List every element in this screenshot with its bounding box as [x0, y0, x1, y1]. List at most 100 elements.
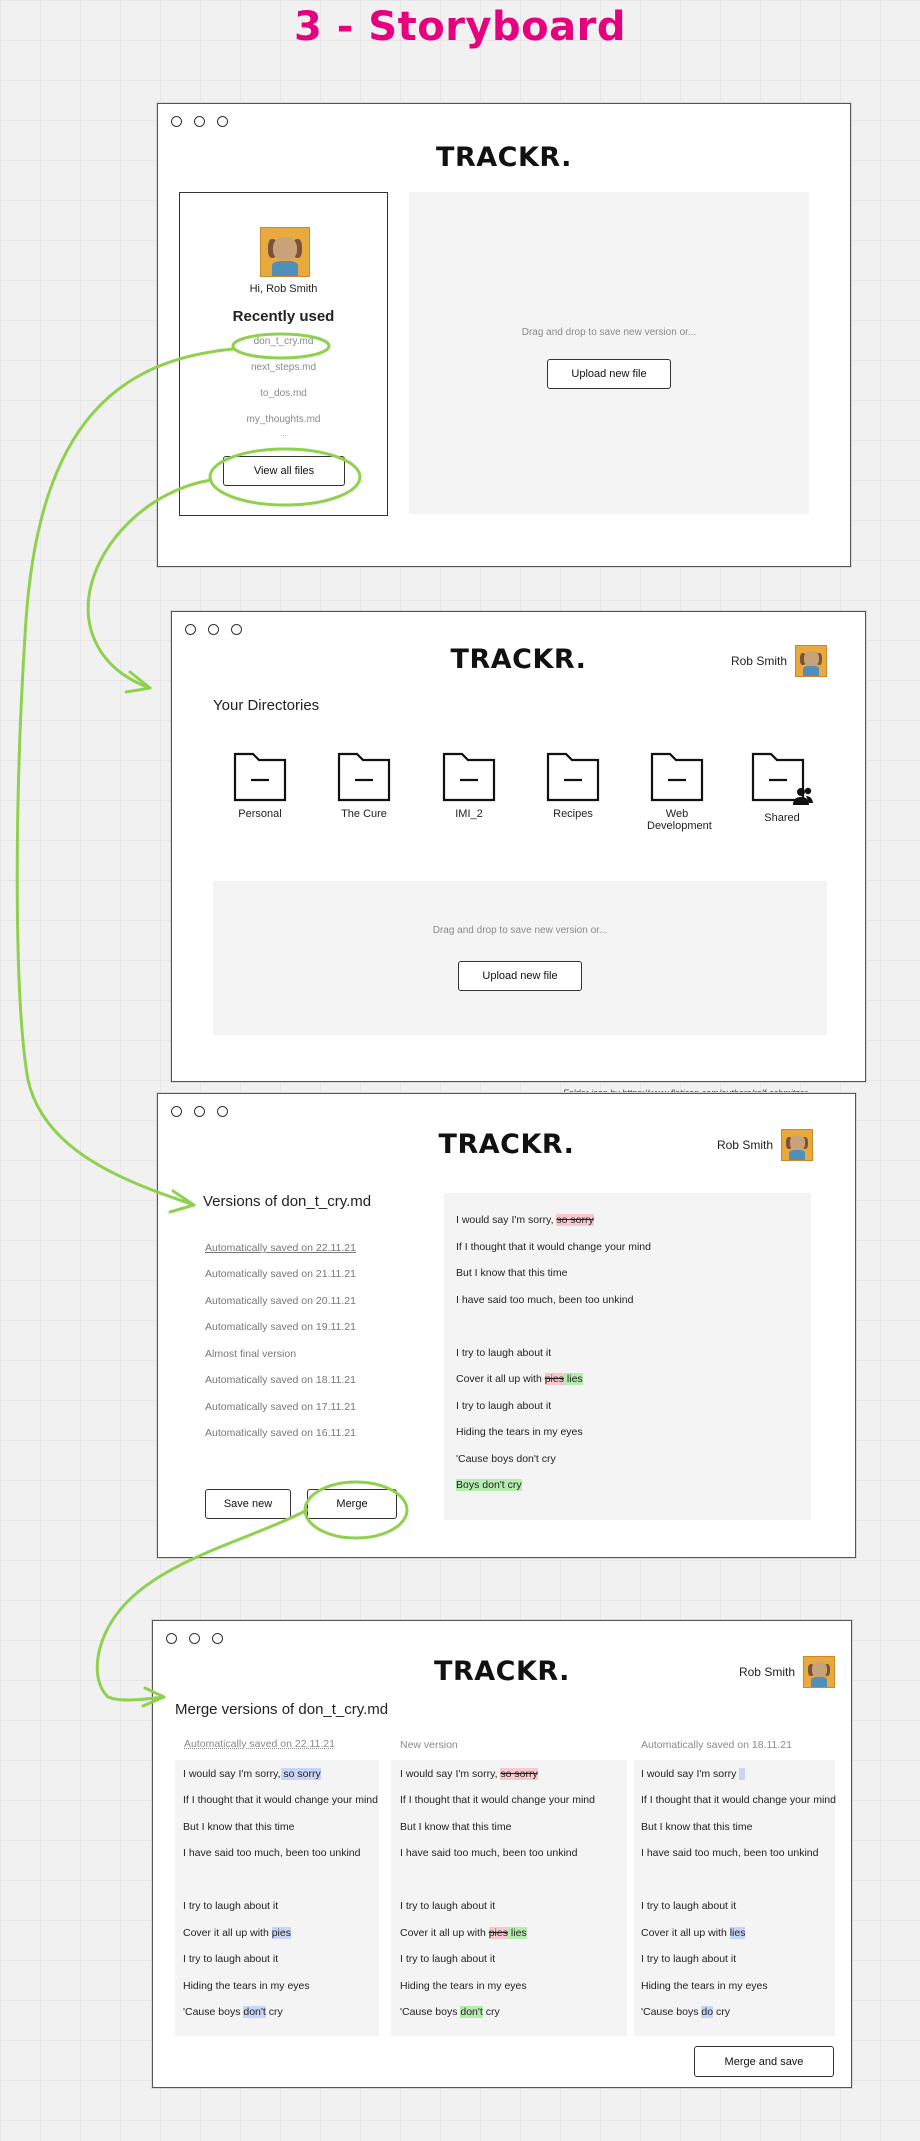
recent-file-item[interactable]: my_thoughts.md	[180, 414, 387, 425]
merge-column-title: Automatically saved on 22.11.21	[184, 1738, 335, 1750]
save-new-button[interactable]: Save new	[205, 1489, 291, 1519]
user-name: Rob Smith	[716, 1138, 773, 1152]
folder-icon	[650, 752, 704, 802]
changed-text: don't	[243, 2006, 266, 2018]
folder-personal[interactable]: Personal	[220, 750, 300, 820]
folder-shared[interactable]: Shared	[742, 750, 822, 824]
folder-icon	[442, 752, 496, 802]
lyric-line: Hiding the tears in my eyes	[400, 1980, 527, 1992]
lyric-line: I try to laugh about it	[400, 1900, 496, 1912]
lyric-line: 'Cause boys don't cry	[400, 2006, 500, 2018]
greeting: Hi, Rob Smith	[249, 283, 318, 295]
version-item[interactable]: Automatically saved on 18.11.21	[205, 1374, 356, 1386]
lyric-line: Boys don't cry	[456, 1479, 522, 1491]
added-text: don't	[460, 2006, 483, 2018]
window-dot[interactable]	[171, 1106, 182, 1117]
merge-button[interactable]: Merge	[307, 1489, 397, 1519]
view-all-files-button[interactable]: View all files	[223, 456, 345, 486]
user-badge[interactable]: Rob Smith	[731, 645, 827, 677]
version-item[interactable]: Automatically saved on 22.11.21	[205, 1242, 356, 1254]
folder-icon	[337, 752, 391, 802]
folder-label: Personal	[238, 808, 282, 820]
window-dot[interactable]	[194, 116, 205, 127]
folder-recipes[interactable]: Recipes	[533, 750, 613, 820]
changed-text: pies	[271, 1927, 291, 1939]
window-dot[interactable]	[185, 624, 196, 635]
recent-file-item[interactable]: to_dos.md	[180, 388, 387, 399]
lyric-line: I would say I'm sorry, so sorry	[456, 1214, 594, 1226]
added-text: Boys don't cry	[456, 1479, 522, 1491]
lyric-line: I try to laugh about it	[456, 1400, 552, 1412]
folder-label: IMI_2	[455, 808, 483, 820]
version-item[interactable]: Automatically saved on 21.11.21	[205, 1268, 356, 1280]
lyric-line: I would say I'm sorry	[641, 1768, 746, 1781]
folder-label: The Cure	[341, 808, 387, 820]
changed-text: so sorry	[280, 1768, 321, 1780]
window-dot[interactable]	[212, 1633, 223, 1644]
version-item[interactable]: Automatically saved on 19.11.21	[205, 1321, 356, 1333]
folder-the-cure[interactable]: The Cure	[324, 750, 404, 820]
upload-new-file-button[interactable]: Upload new file	[458, 961, 582, 991]
lyric-line: I try to laugh about it	[183, 1953, 279, 1965]
folder-icon	[751, 752, 813, 805]
lyric-line: But I know that this time	[456, 1267, 568, 1279]
upload-new-file-button[interactable]: Upload new file	[547, 359, 671, 389]
annotation-arrowhead	[124, 670, 152, 694]
window-dot[interactable]	[166, 1633, 177, 1644]
window-dot[interactable]	[217, 1106, 228, 1117]
changed-text	[739, 1768, 746, 1781]
lyric-line: I try to laugh about it	[641, 1953, 737, 1965]
window-dot[interactable]	[189, 1633, 200, 1644]
version-item[interactable]: Automatically saved on 16.11.21	[205, 1427, 356, 1439]
removed-text: pies	[488, 1927, 508, 1939]
recent-file-item[interactable]: next_steps.md	[180, 362, 387, 373]
lyric-line: Cover it all up with pies	[183, 1927, 291, 1939]
merge-column-right[interactable]: I would say I'm sorry If I thought that …	[634, 1760, 836, 2036]
folder-icon	[233, 752, 287, 802]
dropzone-hint: Drag and drop to save new version or...	[432, 925, 608, 936]
removed-text: so sorry	[556, 1214, 594, 1226]
user-badge[interactable]: Rob Smith	[739, 1656, 835, 1688]
user-name: Rob Smith	[738, 1665, 795, 1679]
window-controls	[185, 624, 242, 635]
window-dot[interactable]	[171, 116, 182, 127]
dog-avatar-icon	[795, 645, 827, 677]
lyric-line: But I know that this time	[183, 1821, 295, 1833]
version-item[interactable]: Automatically saved on 17.11.21	[205, 1401, 356, 1413]
version-item[interactable]: Automatically saved on 20.11.21	[205, 1295, 356, 1307]
page-heading: 3 - Storyboard	[294, 4, 626, 50]
lyric-line: If I thought that it would change your m…	[183, 1794, 378, 1806]
upload-dropzone[interactable]: Drag and drop to save new version or... …	[409, 192, 809, 514]
screen-home: TRACKR. Hi, Rob Smith Recently used don_…	[157, 103, 851, 567]
dropzone-hint: Drag and drop to save new version or...	[521, 327, 697, 338]
merge-column-middle[interactable]: I would say I'm sorry, so sorry If I tho…	[391, 1760, 627, 2036]
lyric-line: I have said too much, been too unkind	[456, 1294, 634, 1306]
folder-imi-2[interactable]: IMI_2	[429, 750, 509, 820]
lyric-line: I try to laugh about it	[400, 1953, 496, 1965]
lyric-line: I try to laugh about it	[456, 1347, 552, 1359]
recently-used-title: Recently used	[232, 308, 335, 325]
folder-web-development[interactable]: Web Development	[637, 750, 717, 832]
upload-dropzone[interactable]: Drag and drop to save new version or... …	[213, 881, 827, 1035]
lyric-line: Cover it all up with pies lies	[456, 1373, 583, 1385]
user-name: Rob Smith	[730, 654, 787, 668]
merge-column-left[interactable]: I would say I'm sorry, so sorry If I tho…	[175, 1760, 379, 2036]
window-dot[interactable]	[231, 624, 242, 635]
dog-avatar-icon	[260, 227, 310, 277]
lyric-line: I would say I'm sorry, so sorry	[183, 1768, 321, 1780]
window-dot[interactable]	[208, 624, 219, 635]
lyric-line: If I thought that it would change your m…	[456, 1241, 651, 1253]
version-item[interactable]: Almost final version	[205, 1348, 296, 1360]
merge-and-save-button[interactable]: Merge and save	[694, 2046, 834, 2077]
window-dot[interactable]	[217, 116, 228, 127]
user-badge[interactable]: Rob Smith	[717, 1129, 813, 1161]
dog-avatar-icon	[781, 1129, 813, 1161]
screen-directories: TRACKR. Rob Smith Your Directories Perso…	[171, 611, 866, 1082]
window-dot[interactable]	[194, 1106, 205, 1117]
removed-text: so sorry	[500, 1768, 538, 1780]
added-text: lies	[507, 1927, 527, 1939]
lyric-line: If I thought that it would change your m…	[641, 1794, 836, 1806]
recent-file-item[interactable]: don_t_cry.md	[180, 336, 387, 347]
screen-merge: TRACKR. Rob Smith Merge versions of don_…	[152, 1620, 852, 2088]
folder-icon	[546, 752, 600, 802]
